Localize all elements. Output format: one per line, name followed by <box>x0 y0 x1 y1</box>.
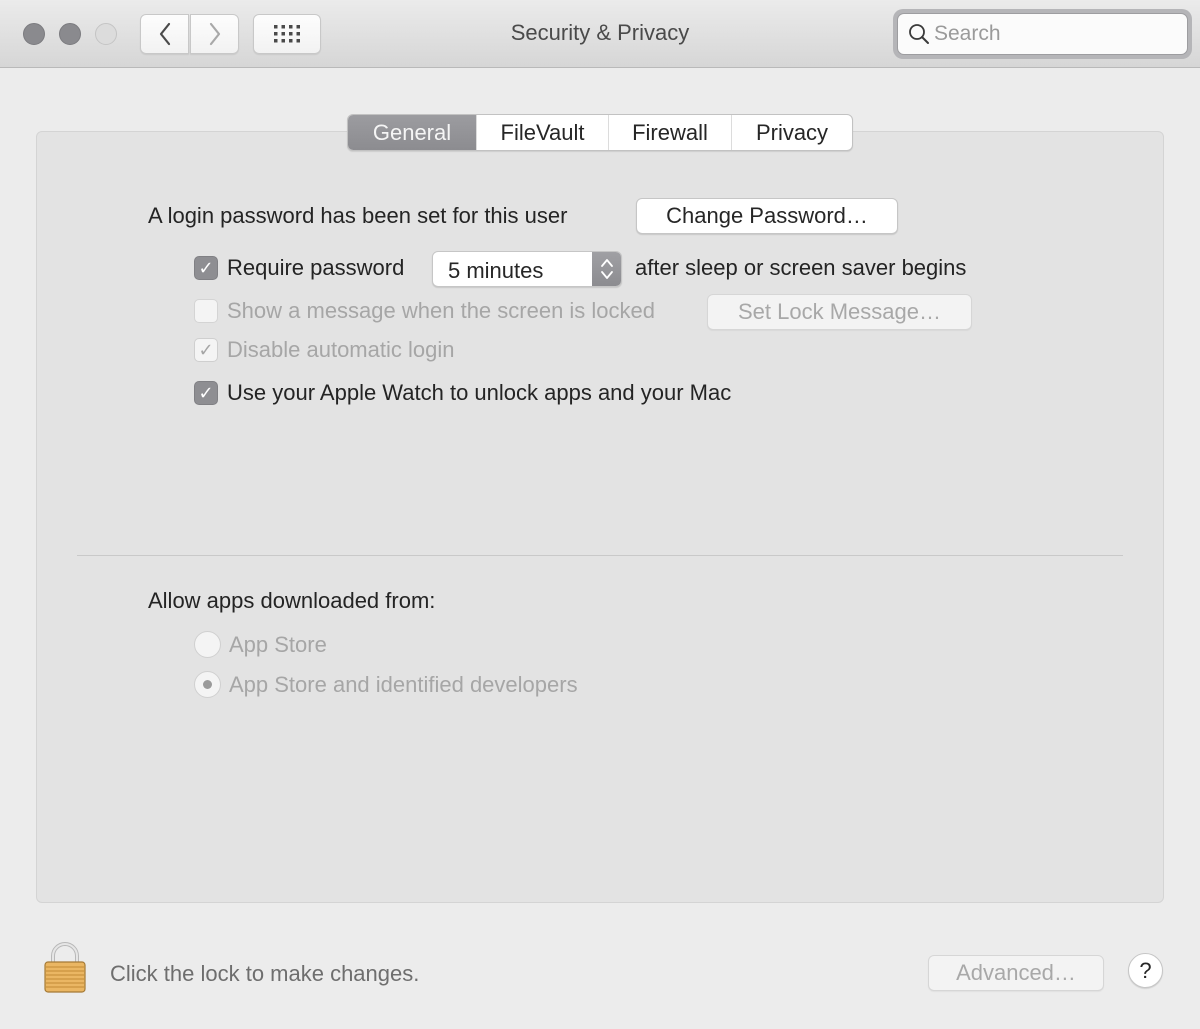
apple-watch-unlock-label: Use your Apple Watch to unlock apps and … <box>227 380 732 405</box>
show-message-checkbox[interactable] <box>194 299 218 323</box>
login-password-label: A login password has been set for this u… <box>148 203 568 228</box>
set-lock-message-button[interactable]: Set Lock Message… <box>707 294 972 330</box>
tab-privacy[interactable]: Privacy <box>731 115 852 150</box>
show-message-label: Show a message when the screen is locked <box>227 298 656 323</box>
checkmark-icon: ✓ <box>198 340 214 360</box>
tab-bar: General FileVault Firewall Privacy <box>347 114 853 151</box>
tab-general[interactable]: General <box>348 115 476 150</box>
lock-status-text: Click the lock to make changes. <box>110 961 420 986</box>
radio-app-store-label: App Store <box>229 632 327 657</box>
search-icon <box>909 24 929 44</box>
section-divider <box>77 555 1123 556</box>
general-pane <box>36 131 1164 903</box>
apple-watch-unlock-checkbox[interactable]: ✓ <box>194 381 218 405</box>
change-password-button[interactable]: Change Password… <box>636 198 898 234</box>
radio-app-store-and-identified-developers[interactable] <box>194 671 221 698</box>
radio-selected-dot <box>203 680 212 689</box>
title-bar: Security & Privacy <box>0 0 1200 68</box>
search-field-focus-ring <box>893 9 1192 59</box>
radio-app-store-and-identified-developers-label: App Store and identified developers <box>229 672 578 697</box>
help-icon: ? <box>1139 957 1152 983</box>
checkmark-icon: ✓ <box>198 258 214 278</box>
radio-app-store[interactable] <box>194 631 221 658</box>
require-password-label: Require password <box>227 255 405 280</box>
checkmark-icon: ✓ <box>198 383 214 403</box>
lock-icon <box>44 942 86 993</box>
disable-automatic-login-checkbox[interactable]: ✓ <box>194 338 218 362</box>
select-value: 5 minutes <box>448 258 544 283</box>
tab-filevault[interactable]: FileVault <box>476 115 608 150</box>
help-button[interactable]: ? <box>1128 953 1163 988</box>
allow-apps-heading: Allow apps downloaded from: <box>148 588 436 613</box>
advanced-button[interactable]: Advanced… <box>928 955 1104 991</box>
require-password-delay-select[interactable]: 5 minutes <box>432 251 622 287</box>
require-password-checkbox[interactable]: ✓ <box>194 256 218 280</box>
disable-automatic-login-label: Disable automatic login <box>227 337 455 362</box>
after-sleep-label: after sleep or screen saver begins <box>635 255 967 280</box>
search-field[interactable] <box>897 13 1188 55</box>
up-down-chevron-icon <box>600 259 613 279</box>
search-input[interactable] <box>934 22 1164 46</box>
select-stepper[interactable] <box>592 252 621 286</box>
tab-firewall[interactable]: Firewall <box>608 115 731 150</box>
lock-button[interactable] <box>44 942 86 994</box>
